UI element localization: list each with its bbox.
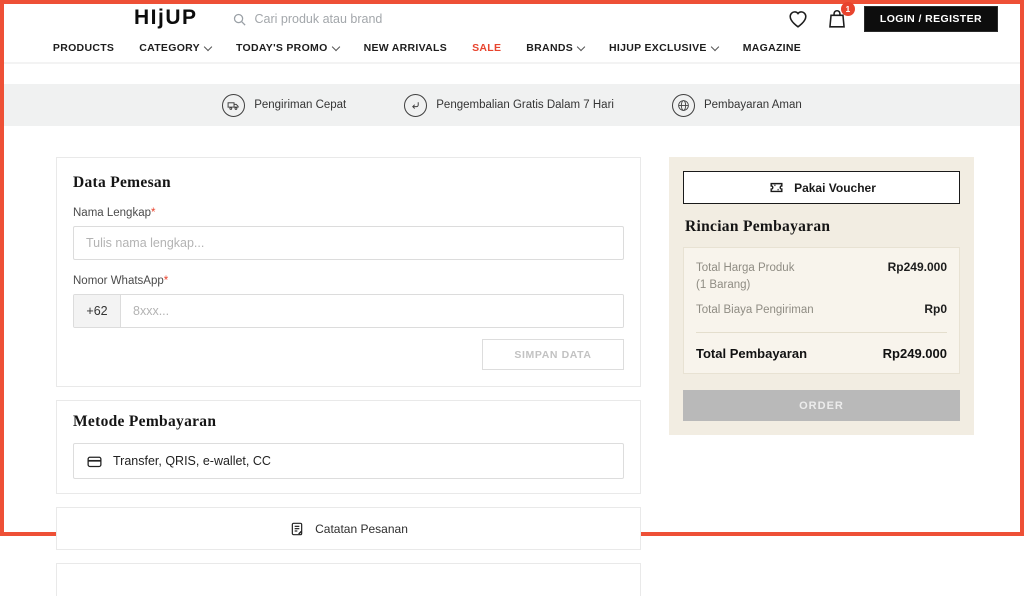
summary-row-grand-total: Total Pembayaran Rp249.000 <box>696 346 947 361</box>
nav-hijup-exclusive[interactable]: HIJUP EXCLUSIVE <box>601 42 726 54</box>
benefit-free-return: Pengembalian Gratis Dalam 7 Hari <box>404 94 614 117</box>
payment-method-title: Metode Pembayaran <box>73 413 624 431</box>
product-count-sublabel: (1 Barang) <box>696 277 794 294</box>
whatsapp-number-label: Nomor WhatsApp* <box>73 275 624 287</box>
search-icon <box>232 12 247 27</box>
return-arrow-icon <box>404 94 427 117</box>
whatsapp-input-group: +62 <box>73 294 624 328</box>
hijup-logo[interactable]: HIjUP <box>134 6 198 30</box>
nav-magazine[interactable]: MAGAZINE <box>735 42 809 54</box>
truck-icon <box>222 94 245 117</box>
search-bar[interactable] <box>232 12 555 27</box>
required-asterisk: * <box>151 207 155 219</box>
payment-summary-title: Rincian Pembayaran <box>685 218 960 236</box>
summary-divider <box>696 332 947 333</box>
search-input[interactable] <box>255 12 555 26</box>
save-data-button[interactable]: SIMPAN DATA <box>482 339 624 370</box>
credit-card-icon <box>86 453 103 470</box>
required-asterisk: * <box>164 275 168 287</box>
summary-row-shipping-total: Total Biaya Pengiriman Rp0 <box>696 302 947 319</box>
product-total-value: Rp249.000 <box>888 260 947 274</box>
payment-method-card: Metode Pembayaran Transfer, QRIS, e-wall… <box>56 400 641 494</box>
login-register-button[interactable]: LOGIN / REGISTER <box>864 6 998 32</box>
phone-country-prefix: +62 <box>74 295 121 327</box>
nav-todays-promo[interactable]: TODAY'S PROMO <box>228 42 347 54</box>
chevron-down-icon <box>204 42 212 50</box>
voucher-ticket-icon <box>767 179 786 196</box>
benefits-bar: Pengiriman Cepat Pengembalian Gratis Dal… <box>4 84 1020 126</box>
full-name-label: Nama Lengkap* <box>73 207 624 219</box>
checkout-forms-column: Data Pemesan Nama Lengkap* Nomor WhatsAp… <box>56 157 641 596</box>
checkout-main: Data Pemesan Nama Lengkap* Nomor WhatsAp… <box>4 126 1020 596</box>
benefit-secure-payment: Pembayaran Aman <box>672 94 802 117</box>
main-navigation: PRODUCTS CATEGORY TODAY'S PROMO NEW ARRI… <box>4 34 1020 64</box>
customer-data-card: Data Pemesan Nama Lengkap* Nomor WhatsAp… <box>56 157 641 387</box>
wishlist-button[interactable] <box>786 8 810 30</box>
full-name-input[interactable] <box>73 226 624 260</box>
nav-brands[interactable]: BRANDS <box>518 42 592 54</box>
order-button[interactable]: ORDER <box>683 390 960 421</box>
save-row: SIMPAN DATA <box>73 339 624 370</box>
payment-method-selector[interactable]: Transfer, QRIS, e-wallet, CC <box>73 443 624 479</box>
benefit-fast-shipping: Pengiriman Cepat <box>222 94 346 117</box>
next-section-card-cutoff <box>56 563 641 596</box>
payment-summary-sidebar: Pakai Voucher Rincian Pembayaran Total H… <box>669 157 974 435</box>
heart-icon <box>786 8 810 30</box>
customer-data-title: Data Pemesan <box>73 174 624 192</box>
shipping-total-label: Total Biaya Pengiriman <box>696 302 814 319</box>
chevron-down-icon <box>577 42 585 50</box>
order-note-label: Catatan Pesanan <box>315 522 408 536</box>
order-note-card[interactable]: Catatan Pesanan <box>56 507 641 550</box>
note-icon <box>289 521 305 537</box>
summary-row-product-total: Total Harga Produk (1 Barang) Rp249.000 <box>696 260 947 293</box>
payment-summary-box: Total Harga Produk (1 Barang) Rp249.000 … <box>683 247 960 374</box>
cart-button[interactable]: 1 <box>826 8 848 30</box>
grand-total-value: Rp249.000 <box>883 346 947 361</box>
product-total-label: Total Harga Produk <box>696 260 794 277</box>
payment-method-value: Transfer, QRIS, e-wallet, CC <box>113 454 271 468</box>
globe-icon <box>672 94 695 117</box>
chevron-down-icon <box>331 42 339 50</box>
use-voucher-button[interactable]: Pakai Voucher <box>683 171 960 204</box>
nav-new-arrivals[interactable]: NEW ARRIVALS <box>356 42 456 54</box>
grand-total-label: Total Pembayaran <box>696 346 807 361</box>
chevron-down-icon <box>710 42 718 50</box>
nav-products[interactable]: PRODUCTS <box>45 42 122 54</box>
nav-sale[interactable]: SALE <box>464 42 509 54</box>
cart-count-badge: 1 <box>841 2 855 16</box>
shipping-total-value: Rp0 <box>924 302 947 316</box>
whatsapp-number-input[interactable] <box>121 295 623 327</box>
header: HIjUP 1 LOGIN / REGISTER <box>4 4 1020 34</box>
nav-category[interactable]: CATEGORY <box>131 42 219 54</box>
